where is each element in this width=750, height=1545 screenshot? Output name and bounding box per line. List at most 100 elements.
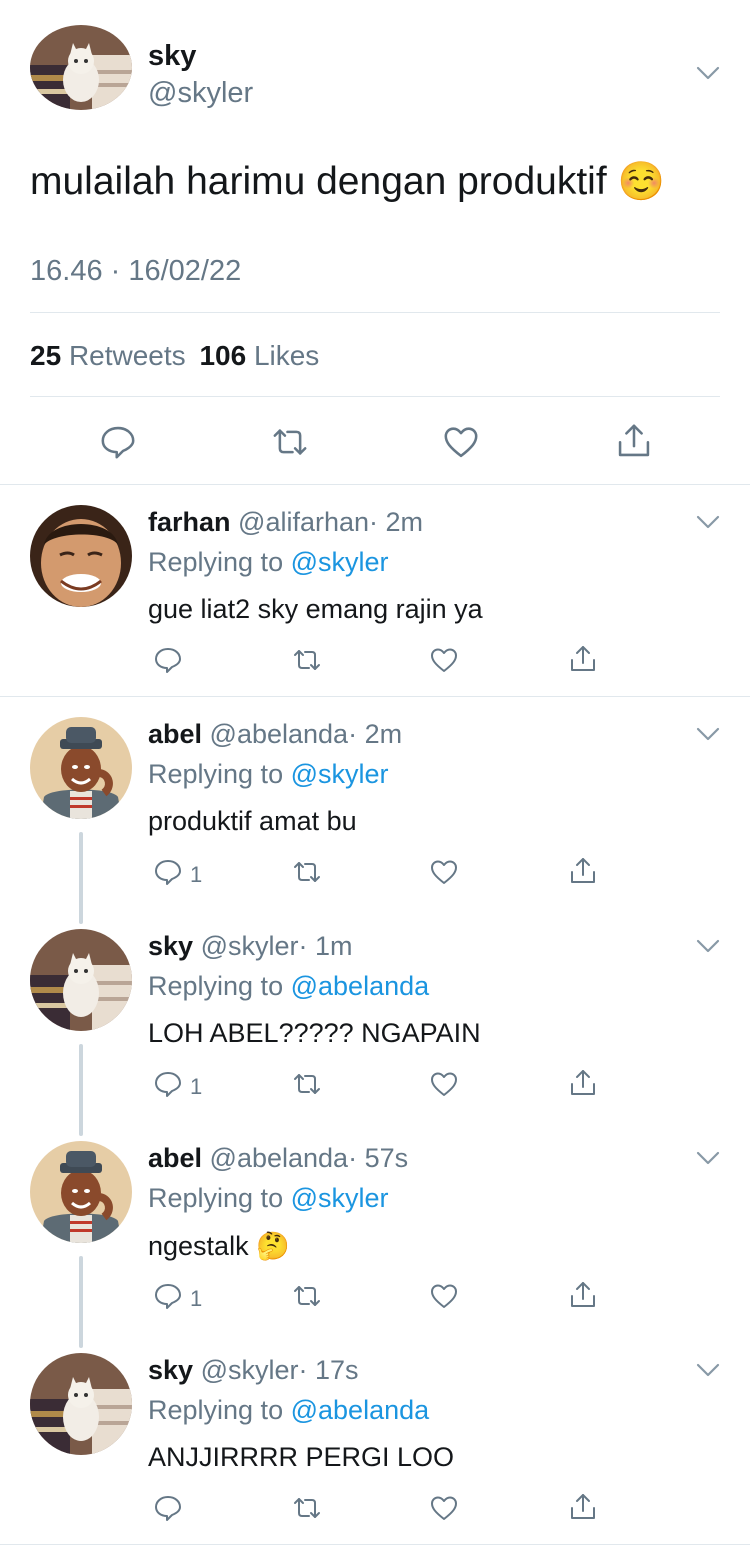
reply-author-handle[interactable]: @alifarhan xyxy=(238,507,369,537)
share-icon[interactable] xyxy=(568,644,598,674)
chevron-down-icon[interactable] xyxy=(696,1363,720,1377)
chevron-down-icon[interactable] xyxy=(696,727,720,741)
reply-time[interactable]: · 17s xyxy=(299,1355,359,1385)
reply-text-body: gue liat2 sky emang rajin ya xyxy=(148,594,483,624)
retweets-label[interactable]: Retweets xyxy=(69,340,186,371)
like-icon[interactable] xyxy=(429,857,459,887)
divider xyxy=(0,696,750,697)
reply-icon[interactable] xyxy=(153,645,183,675)
reply-icon[interactable] xyxy=(153,1069,183,1099)
reply-text-body: ANJJIRRRR PERGI LOO xyxy=(148,1442,455,1472)
reply-header: sky @skyler· 1m xyxy=(148,931,353,962)
replying-to: Replying to @skyler xyxy=(148,547,389,578)
reply-count: 1 xyxy=(190,862,203,887)
share-icon[interactable] xyxy=(568,1492,598,1522)
reply-author-handle[interactable]: @skyler xyxy=(201,931,299,961)
likes-count[interactable]: 106 xyxy=(199,340,246,371)
avatar-farhan[interactable] xyxy=(30,505,132,607)
reply-author-handle[interactable]: @abelanda xyxy=(210,1143,349,1173)
reply-count: 1 xyxy=(190,1286,203,1311)
avatar-abel[interactable] xyxy=(30,717,132,819)
thread-line xyxy=(79,832,83,924)
avatar-sky[interactable] xyxy=(30,25,132,110)
share-icon[interactable] xyxy=(568,1280,598,1310)
share-icon[interactable] xyxy=(615,421,653,461)
reply-icon[interactable] xyxy=(153,1281,183,1311)
replying-to-label: Replying to xyxy=(148,1395,284,1425)
reply-text: ANJJIRRRR PERGI LOO xyxy=(148,1442,454,1473)
tweet-stats: 25 Retweets 106 Likes xyxy=(30,340,319,372)
chevron-down-icon[interactable] xyxy=(696,1151,720,1165)
divider xyxy=(30,312,720,313)
avatar-abel[interactable] xyxy=(30,1141,132,1243)
like-icon[interactable] xyxy=(429,1069,459,1099)
like-icon[interactable] xyxy=(429,1493,459,1523)
reply-icon[interactable] xyxy=(153,1493,183,1523)
thinking-emoji: 🤔 xyxy=(256,1231,290,1261)
reply-header: abel @abelanda· 2m xyxy=(148,719,402,750)
reply-header: farhan @alifarhan· 2m xyxy=(148,507,423,538)
reply-time[interactable]: · 2m xyxy=(369,507,423,537)
reply-author-name[interactable]: abel xyxy=(148,719,202,749)
reply-text: LOH ABEL????? NGAPAIN xyxy=(148,1018,481,1049)
replying-to: Replying to @abelanda xyxy=(148,1395,429,1426)
like-icon[interactable] xyxy=(429,645,459,675)
author-name[interactable]: sky xyxy=(148,40,196,73)
divider xyxy=(30,396,720,397)
replying-to-handle[interactable]: @abelanda xyxy=(291,1395,430,1425)
thread-line xyxy=(79,1256,83,1348)
reply-author-name[interactable]: sky xyxy=(148,931,193,961)
reply-author-name[interactable]: abel xyxy=(148,1143,202,1173)
retweet-icon[interactable] xyxy=(292,1493,322,1523)
thread-line xyxy=(79,1044,83,1136)
like-icon[interactable] xyxy=(429,1281,459,1311)
retweet-icon[interactable] xyxy=(292,645,322,675)
replying-to-handle[interactable]: @skyler xyxy=(291,1183,389,1213)
share-icon[interactable] xyxy=(568,1068,598,1098)
reply-time[interactable]: · 57s xyxy=(348,1143,408,1173)
author-handle[interactable]: @skyler xyxy=(148,77,253,110)
replying-to-label: Replying to xyxy=(148,547,284,577)
replying-to-label: Replying to xyxy=(148,759,284,789)
replying-to-handle[interactable]: @abelanda xyxy=(291,971,430,1001)
retweet-icon[interactable] xyxy=(292,1069,322,1099)
retweet-icon[interactable] xyxy=(270,423,310,461)
reply-author-name[interactable]: farhan xyxy=(148,507,231,537)
tweet-timestamp[interactable]: 16.46 · 16/02/22 xyxy=(30,255,241,288)
reply-count: 1 xyxy=(190,1074,203,1099)
reply-author-handle[interactable]: @skyler xyxy=(201,1355,299,1385)
reply-icon[interactable] xyxy=(153,857,183,887)
reply-header: abel @abelanda· 57s xyxy=(148,1143,408,1174)
reply-time[interactable]: · 2m xyxy=(348,719,402,749)
reply-text: ngestalk 🤔 xyxy=(148,1230,290,1262)
like-icon[interactable] xyxy=(442,423,480,461)
reply-icon[interactable] xyxy=(99,423,137,461)
retweets-count[interactable]: 25 xyxy=(30,340,61,371)
replying-to-handle[interactable]: @skyler xyxy=(291,547,389,577)
chevron-down-icon[interactable] xyxy=(696,515,720,529)
reply-time[interactable]: · 1m xyxy=(299,931,353,961)
avatar-sky[interactable] xyxy=(30,929,132,1031)
replying-to-label: Replying to xyxy=(148,971,284,1001)
chevron-down-icon[interactable] xyxy=(696,66,720,80)
reply-text-body: ngestalk xyxy=(148,1231,249,1261)
replying-to-handle[interactable]: @skyler xyxy=(291,759,389,789)
retweet-icon[interactable] xyxy=(292,857,322,887)
reply-header: sky @skyler· 17s xyxy=(148,1355,359,1386)
retweet-icon[interactable] xyxy=(292,1281,322,1311)
replying-to: Replying to @abelanda xyxy=(148,971,429,1002)
reply-author-handle[interactable]: @abelanda xyxy=(210,719,349,749)
reply-text: produktif amat bu xyxy=(148,806,357,837)
replying-to: Replying to @skyler xyxy=(148,1183,389,1214)
reply-text-body: LOH ABEL????? NGAPAIN xyxy=(148,1018,481,1048)
chevron-down-icon[interactable] xyxy=(696,939,720,953)
share-icon[interactable] xyxy=(568,856,598,886)
tweet-text: mulailah harimu dengan produktif ☺️ xyxy=(30,160,665,204)
likes-label[interactable]: Likes xyxy=(254,340,319,371)
avatar-sky[interactable] xyxy=(30,1353,132,1455)
replying-to: Replying to @skyler xyxy=(148,759,389,790)
tweet-text-body: mulailah harimu dengan produktif xyxy=(30,160,607,203)
reply-author-name[interactable]: sky xyxy=(148,1355,193,1385)
reply-text: gue liat2 sky emang rajin ya xyxy=(148,594,483,625)
divider xyxy=(0,484,750,485)
